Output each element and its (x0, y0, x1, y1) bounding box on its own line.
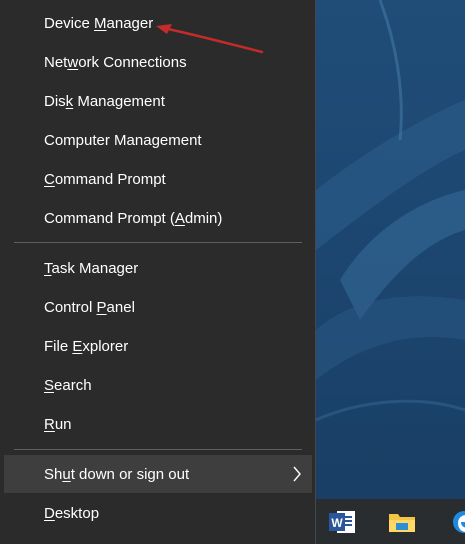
menu-item-command-prompt-admin[interactable]: Command Prompt (Admin) (4, 199, 312, 237)
menu-item-shut-down[interactable]: Shut down or sign out (4, 455, 312, 493)
word-icon[interactable]: W (318, 499, 366, 544)
menu-separator (14, 242, 302, 243)
menu-item-label: File Explorer (44, 337, 129, 355)
menu-item-command-prompt[interactable]: Command Prompt (4, 160, 312, 198)
menu-item-run[interactable]: Run (4, 405, 312, 443)
menu-item-label: Search (44, 376, 92, 394)
power-user-menu: Device Manager Network Connections Disk … (0, 0, 316, 544)
menu-item-desktop[interactable]: Desktop (4, 494, 312, 532)
menu-item-label: Task Manager (44, 259, 139, 277)
menu-item-label: Desktop (44, 504, 100, 522)
menu-item-label: Device Manager (44, 14, 154, 32)
menu-item-label: Control Panel (44, 298, 135, 316)
menu-item-label: Shut down or sign out (44, 465, 190, 483)
menu-item-label: Command Prompt (44, 170, 166, 188)
menu-item-label: Run (44, 415, 72, 433)
menu-item-search[interactable]: Search (4, 366, 312, 404)
menu-item-file-explorer[interactable]: File Explorer (4, 327, 312, 365)
menu-item-label: Command Prompt (Admin) (44, 209, 223, 227)
menu-item-task-manager[interactable]: Task Manager (4, 249, 312, 287)
taskbar: W (316, 499, 465, 544)
svg-text:W: W (331, 516, 343, 530)
chevron-right-icon (292, 466, 302, 486)
menu-item-network-connections[interactable]: Network Connections (4, 43, 312, 81)
menu-separator (14, 449, 302, 450)
menu-item-disk-management[interactable]: Disk Management (4, 82, 312, 120)
menu-item-device-manager[interactable]: Device Manager (4, 4, 312, 42)
file-explorer-icon[interactable] (378, 499, 426, 544)
menu-item-computer-management[interactable]: Computer Management (4, 121, 312, 159)
menu-item-label: Disk Management (44, 92, 165, 110)
menu-item-label: Network Connections (44, 53, 187, 71)
edge-icon[interactable] (440, 499, 465, 544)
menu-item-control-panel[interactable]: Control Panel (4, 288, 312, 326)
menu-item-label: Computer Management (44, 131, 202, 149)
